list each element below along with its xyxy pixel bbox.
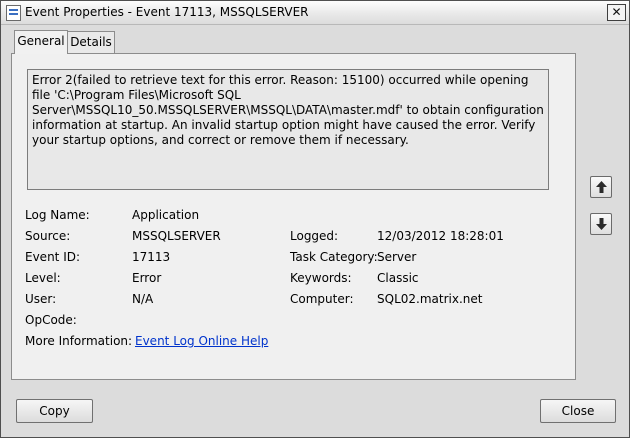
title-bar[interactable]: Event Properties - Event 17113, MSSQLSER… — [1, 1, 629, 25]
task-category-value: Server — [377, 250, 417, 264]
level-value: Error — [132, 271, 162, 285]
previous-event-button[interactable] — [590, 176, 612, 198]
more-information-label: More Information: — [25, 334, 133, 348]
keywords-value: Classic — [377, 271, 419, 285]
event-id-label: Event ID: — [25, 250, 81, 264]
event-log-online-help-link[interactable]: Event Log Online Help — [135, 334, 268, 348]
keywords-label: Keywords: — [290, 271, 352, 285]
level-label: Level: — [25, 271, 61, 285]
event-description[interactable]: Error 2(failed to retrieve text for this… — [27, 69, 549, 190]
logged-value: 12/03/2012 18:28:01 — [377, 229, 504, 243]
log-name-label: Log Name: — [25, 208, 90, 222]
copy-button[interactable]: Copy — [16, 399, 93, 423]
opcode-label: OpCode: — [25, 313, 77, 327]
tab-general[interactable]: General — [14, 30, 68, 54]
event-properties-window: Event Properties - Event 17113, MSSQLSER… — [0, 0, 630, 438]
source-value: MSSQLSERVER — [132, 229, 221, 243]
computer-label: Computer: — [290, 292, 354, 306]
tab-details[interactable]: Details — [67, 31, 115, 54]
user-label: User: — [25, 292, 57, 306]
source-label: Source: — [25, 229, 71, 243]
arrow-up-icon — [596, 181, 607, 193]
event-id-value: 17113 — [132, 250, 171, 264]
computer-value: SQL02.matrix.net — [377, 292, 483, 306]
close-button[interactable]: Close — [540, 399, 616, 423]
window-title: Event Properties - Event 17113, MSSQLSER… — [25, 5, 309, 19]
close-window-button[interactable]: ✕ — [607, 4, 626, 21]
logged-label: Logged: — [290, 229, 339, 243]
task-category-label: Task Category: — [290, 250, 378, 264]
event-viewer-icon — [6, 5, 21, 21]
log-name-value: Application — [132, 208, 200, 222]
arrow-down-icon — [596, 218, 607, 230]
next-event-button[interactable] — [590, 213, 612, 235]
user-value: N/A — [132, 292, 154, 306]
